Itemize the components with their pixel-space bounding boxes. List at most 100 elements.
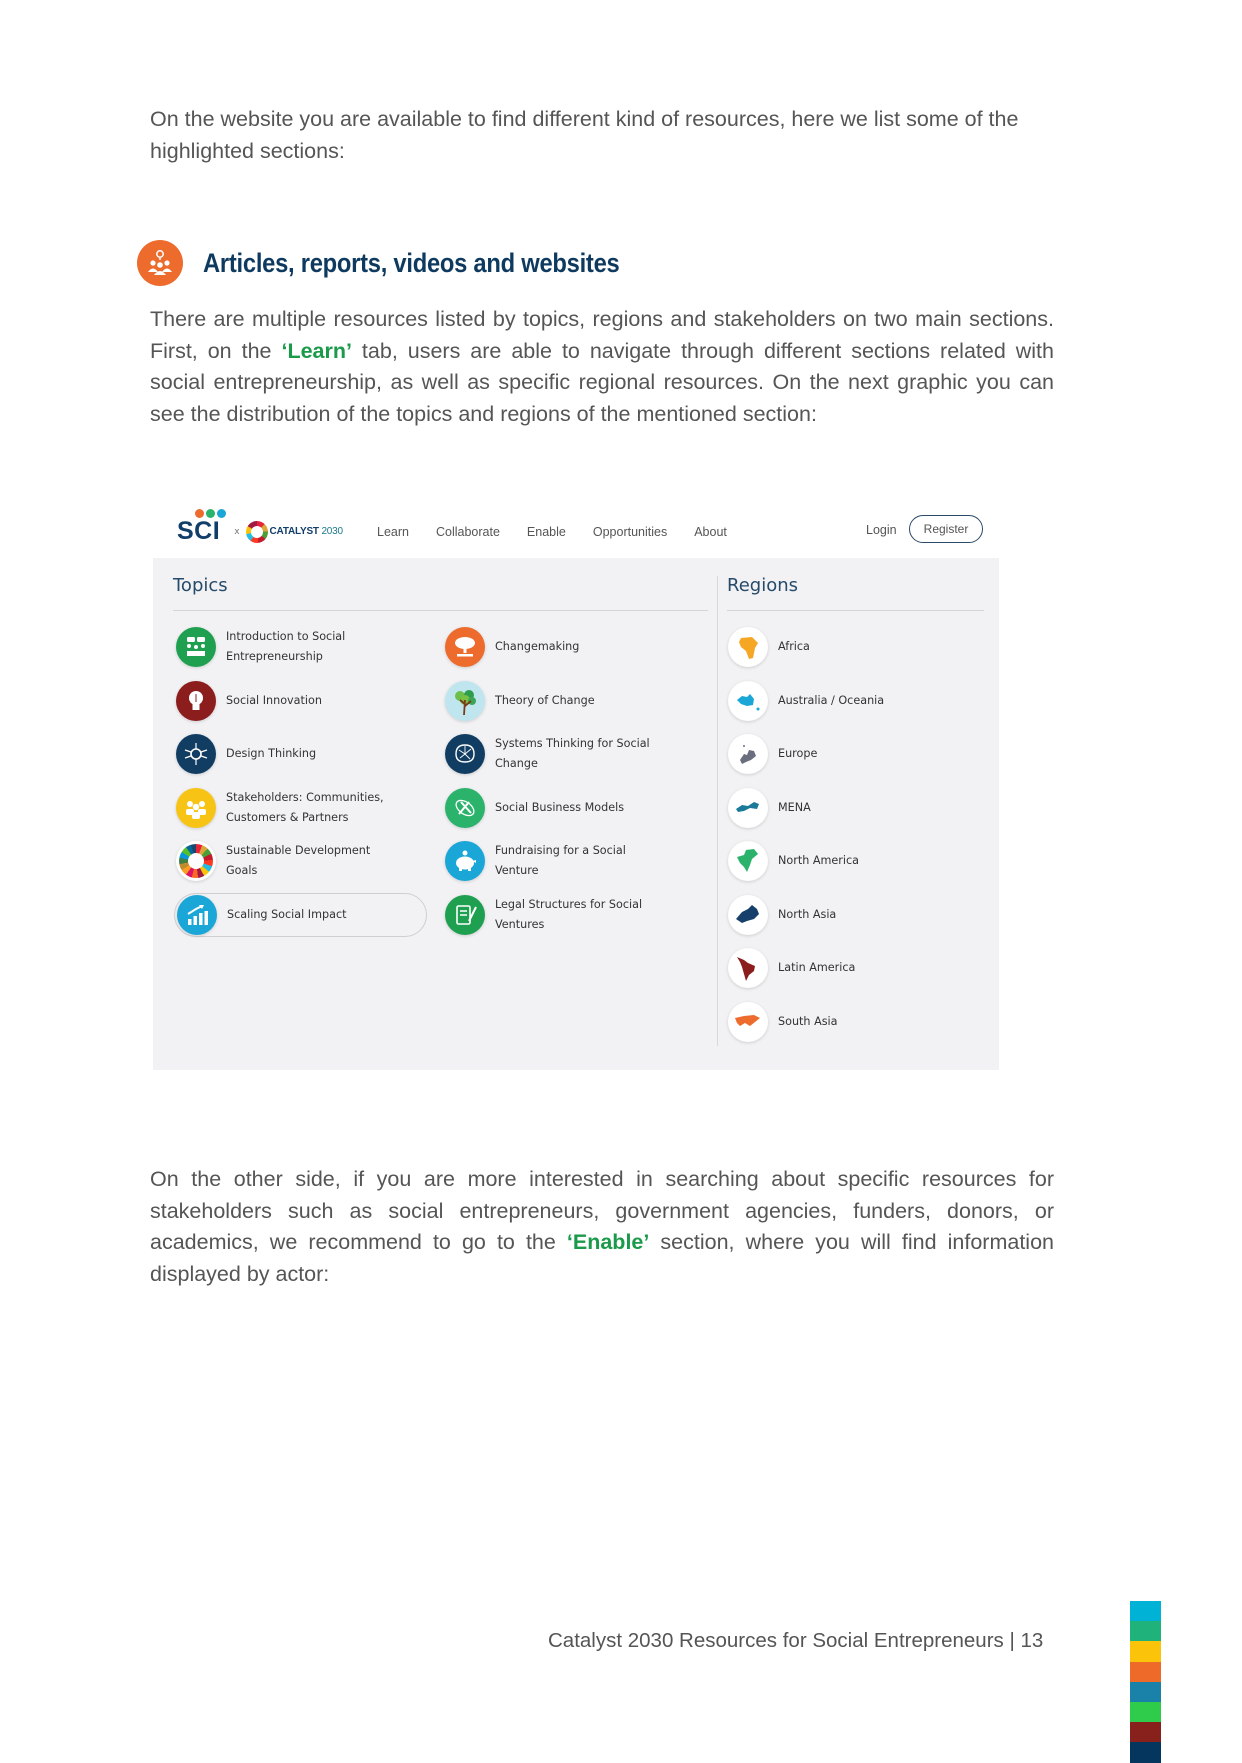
south-asia-map-icon bbox=[728, 1001, 768, 1042]
regions-divider bbox=[727, 610, 984, 611]
learn-highlight: ‘Learn’ bbox=[281, 338, 352, 363]
topics-title: Topics bbox=[173, 575, 228, 596]
enable-paragraph: On the other side, if you are more inter… bbox=[150, 1164, 1054, 1290]
topic-item-stakeholders-communities-customers-partners[interactable]: Stakeholders: Communities, Customers & P… bbox=[176, 786, 401, 830]
logo-separator: x bbox=[234, 526, 240, 537]
region-item-north-asia[interactable]: North Asia bbox=[728, 893, 953, 937]
item-label: North Asia bbox=[778, 907, 837, 921]
learn-panel: Topics Regions Introduction to Social En… bbox=[153, 558, 999, 1070]
item-label: Systems Thinking for Social Change bbox=[495, 737, 650, 770]
europe-map-icon bbox=[728, 734, 768, 774]
register-button[interactable]: Register bbox=[909, 515, 983, 543]
item-label: Changemaking bbox=[495, 640, 580, 653]
site-navbar: SCI x CATALYST 2030 Learn Collaborate En… bbox=[153, 505, 999, 558]
sdg-wheel-icon bbox=[176, 841, 216, 881]
nav-enable[interactable]: Enable bbox=[527, 525, 566, 539]
group-icon bbox=[176, 787, 216, 828]
topic-item-systems-thinking-for-social-change[interactable]: Systems Thinking for Social Change bbox=[445, 732, 670, 776]
lightbulb-icon bbox=[176, 680, 216, 721]
region-item-latin-america[interactable]: Latin America bbox=[728, 946, 953, 990]
topic-item-social-business-models[interactable]: Social Business Models bbox=[445, 786, 670, 830]
catalyst-logo-year: 2030 bbox=[321, 526, 343, 537]
stripe-segment bbox=[1130, 1722, 1161, 1743]
enable-highlight: ‘Enable’ bbox=[566, 1230, 650, 1254]
people-lightbulb-icon bbox=[137, 240, 183, 286]
stripe-segment bbox=[1130, 1601, 1161, 1622]
topic-item-theory-of-change[interactable]: Theory of Change bbox=[445, 679, 670, 723]
nav-opportunities[interactable]: Opportunities bbox=[593, 525, 667, 539]
region-item-south-asia[interactable]: South Asia bbox=[728, 1000, 953, 1044]
stripe-segment bbox=[1130, 1701, 1161, 1723]
item-label: Social Innovation bbox=[226, 693, 322, 707]
stripe-segment bbox=[1130, 1641, 1161, 1662]
item-label: Latin America bbox=[778, 961, 856, 974]
network-brain-icon bbox=[445, 734, 485, 774]
piggy-bank-icon bbox=[445, 841, 485, 881]
north-asia-map-icon bbox=[728, 894, 768, 935]
growth-chart-icon bbox=[177, 894, 217, 935]
color-stripe bbox=[1130, 1601, 1161, 1763]
region-item-australia-oceania[interactable]: Australia / Oceania bbox=[728, 679, 953, 723]
nav-about[interactable]: About bbox=[694, 525, 727, 539]
oceania-map-icon bbox=[728, 680, 768, 721]
stripe-segment bbox=[1130, 1621, 1161, 1642]
item-label: North America bbox=[778, 854, 859, 867]
item-label: South Asia bbox=[778, 1014, 838, 1028]
catalyst-ring-icon bbox=[245, 520, 268, 543]
document-pen-icon bbox=[445, 894, 485, 935]
north-america-map-icon bbox=[728, 841, 768, 881]
login-link[interactable]: Login bbox=[866, 523, 897, 537]
catalyst-logo: CATALYST 2030 bbox=[245, 520, 343, 543]
section-heading: Articles, reports, videos and websites bbox=[137, 240, 676, 286]
topic-item-fundraising-for-a-social-venture[interactable]: Fundraising for a Social Venture bbox=[445, 839, 670, 883]
brain-network-icon bbox=[176, 734, 216, 774]
region-item-europe[interactable]: Europe bbox=[728, 732, 953, 776]
column-divider bbox=[717, 576, 718, 1046]
stripe-segment bbox=[1130, 1681, 1161, 1702]
nav-links: Learn Collaborate Enable Opportunities A… bbox=[377, 525, 754, 539]
business-model-icon bbox=[445, 787, 485, 828]
region-item-north-america[interactable]: North America bbox=[728, 839, 953, 883]
item-label: Sustainable Development Goals bbox=[226, 844, 371, 877]
catalyst-logo-text: CATALYST bbox=[269, 526, 320, 537]
tree-icon bbox=[445, 680, 485, 721]
regions-title: Regions bbox=[727, 575, 798, 596]
item-label: Europe bbox=[778, 747, 818, 760]
item-label: Fundraising for a Social Venture bbox=[495, 844, 626, 877]
sci-logo-dots-icon bbox=[195, 509, 226, 518]
item-label: Social Business Models bbox=[495, 800, 625, 814]
topic-item-legal-structures-for-social-ventures[interactable]: Legal Structures for Social Ventures bbox=[445, 893, 670, 937]
team-meeting-icon bbox=[176, 627, 216, 667]
topic-item-changemaking[interactable]: Changemaking bbox=[445, 625, 670, 669]
region-item-africa[interactable]: Africa bbox=[728, 625, 953, 669]
item-label: Introduction to Social Entrepreneurship bbox=[226, 630, 346, 663]
item-label: MENA bbox=[778, 800, 811, 814]
item-label: Australia / Oceania bbox=[778, 693, 885, 707]
learn-paragraph: There are multiple resources listed by t… bbox=[150, 304, 1054, 430]
nav-collaborate[interactable]: Collaborate bbox=[436, 525, 500, 539]
topic-item-social-innovation[interactable]: Social Innovation bbox=[176, 679, 401, 723]
item-label: Africa bbox=[778, 640, 810, 653]
mena-map-icon bbox=[728, 787, 768, 828]
topic-item-scaling-social-impact[interactable]: Scaling Social Impact bbox=[174, 892, 427, 937]
stripe-segment bbox=[1130, 1661, 1161, 1682]
stripe-segment bbox=[1130, 1742, 1161, 1763]
website-screenshot: SCI x CATALYST 2030 Learn Collaborate En… bbox=[153, 505, 999, 1070]
nav-learn[interactable]: Learn bbox=[377, 525, 409, 539]
sci-logo: SCI bbox=[177, 509, 226, 546]
page-footer: Catalyst 2030 Resources for Social Entre… bbox=[548, 1629, 1044, 1652]
topic-item-sustainable-development-goals[interactable]: Sustainable Development Goals bbox=[176, 839, 401, 883]
section-title: Articles, reports, videos and websites bbox=[203, 247, 620, 278]
africa-map-icon bbox=[728, 627, 768, 667]
topic-item-introduction-to-social-entrepreneurship[interactable]: Introduction to Social Entrepreneurship bbox=[176, 625, 401, 669]
topics-divider bbox=[173, 610, 708, 611]
item-label: Theory of Change bbox=[495, 693, 595, 707]
ashoka-tree-icon bbox=[445, 627, 485, 667]
item-label: Legal Structures for Social Ventures bbox=[495, 897, 643, 931]
region-item-mena[interactable]: MENA bbox=[728, 786, 953, 830]
site-logo[interactable]: SCI x CATALYST 2030 bbox=[177, 509, 343, 546]
sci-logo-text: SCI bbox=[177, 517, 221, 545]
latin-america-map-icon bbox=[728, 948, 768, 988]
intro-paragraph: On the website you are available to find… bbox=[150, 107, 1019, 163]
topic-item-design-thinking[interactable]: Design Thinking bbox=[176, 732, 401, 776]
